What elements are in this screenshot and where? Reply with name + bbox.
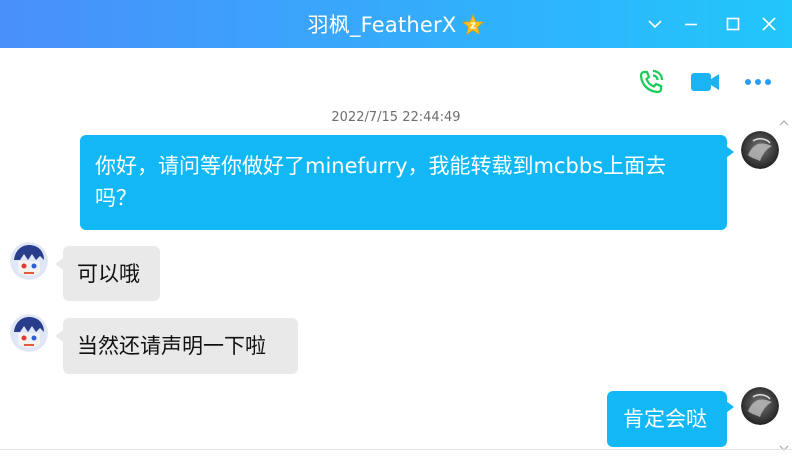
more-icon[interactable]	[742, 66, 774, 98]
window-title: 羽枫_FeatherX	[307, 13, 457, 37]
minimize-icon[interactable]	[677, 10, 705, 38]
message-text: 可以哦	[77, 262, 140, 286]
message-timestamp: 2022/7/15 22:44:49	[331, 110, 461, 125]
input-divider	[0, 449, 792, 450]
close-icon[interactable]	[755, 10, 783, 38]
friend-avatar[interactable]	[10, 242, 48, 280]
outgoing-message[interactable]: 肯定会哒	[607, 391, 727, 447]
outgoing-message[interactable]: 你好，请问等你做好了minefurry，我能转载到mcbbs上面去 吗？	[80, 135, 727, 230]
message-text: 肯定会哒	[623, 407, 707, 431]
bubble-tail	[726, 401, 734, 413]
title-wrap: 羽枫_FeatherX Z	[0, 0, 792, 48]
scroll-up-icon[interactable]	[778, 111, 790, 126]
my-avatar[interactable]	[741, 131, 779, 169]
voice-call-icon[interactable]	[635, 66, 667, 98]
svg-text:Z: Z	[471, 22, 477, 31]
chevron-down-icon[interactable]	[641, 10, 669, 38]
my-avatar[interactable]	[741, 387, 779, 425]
bubble-tail	[55, 330, 63, 342]
bubble-tail	[55, 258, 63, 270]
friend-avatar[interactable]	[10, 314, 48, 352]
maximize-icon[interactable]	[719, 10, 747, 38]
scroll-down-icon[interactable]	[778, 438, 790, 451]
incoming-message[interactable]: 当然还请声明一下啦	[63, 318, 298, 374]
gold-star-badge-icon[interactable]: Z	[462, 13, 485, 36]
title-bar: 羽枫_FeatherX Z	[0, 0, 792, 48]
message-text: 当然还请声明一下啦	[77, 334, 266, 358]
message-line: 你好，请问等你做好了minefurry，我能转载到mcbbs上面去	[95, 154, 667, 178]
bubble-tail	[726, 146, 734, 158]
message-line: 吗？	[95, 186, 137, 210]
video-call-icon[interactable]	[689, 66, 721, 98]
incoming-message[interactable]: 可以哦	[63, 246, 160, 301]
